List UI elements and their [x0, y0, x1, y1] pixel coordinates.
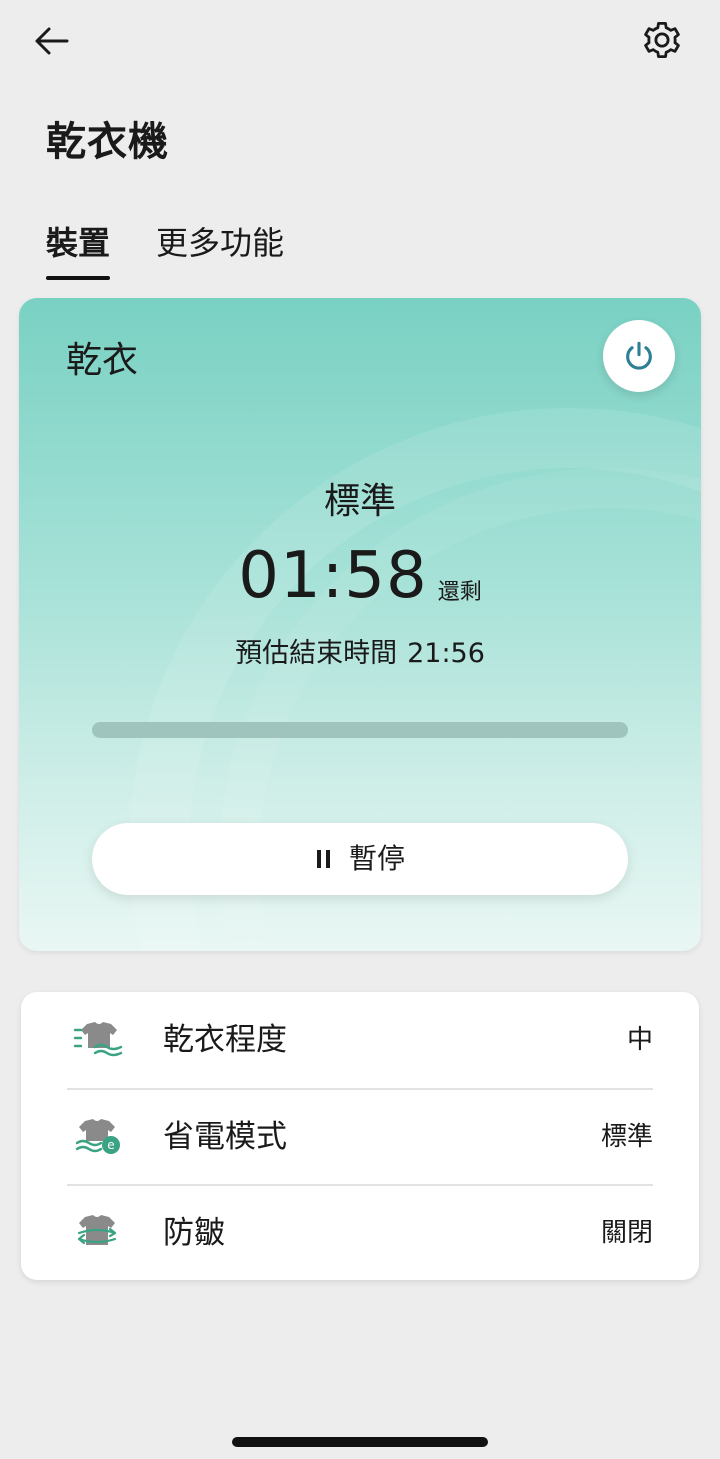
tab-more-features[interactable]: 更多功能: [156, 218, 284, 274]
settings-list: 乾衣程度 中 e 省電模式 標準 防皺 關閉: [21, 992, 699, 1280]
top-bar: [0, 0, 720, 90]
setting-value: 關閉: [600, 1218, 653, 1248]
setting-row-dry-level[interactable]: 乾衣程度 中: [67, 992, 653, 1088]
svg-text:e: e: [107, 1138, 114, 1152]
gear-icon: [644, 21, 680, 59]
dryer-status-card: 乾衣 標準 01:58 還剩 預估結束時間 21:56 暫停: [19, 298, 701, 951]
home-indicator[interactable]: [232, 1437, 488, 1447]
settings-button[interactable]: [636, 14, 688, 66]
shirt-anti-wrinkle-icon: [73, 1211, 125, 1255]
estimated-end-label: 預估結束時間: [235, 638, 398, 669]
back-button[interactable]: [26, 18, 76, 64]
pause-label: 暫停: [348, 842, 405, 875]
tab-bar: 裝置 更多功能: [46, 218, 284, 280]
shirt-eco-icon: e: [73, 1115, 125, 1159]
setting-label: 乾衣程度: [163, 1022, 287, 1058]
remaining-time: 01:58: [238, 539, 428, 613]
estimated-end-row: 預估結束時間 21:56: [19, 634, 701, 674]
mode-label: 標準: [323, 481, 396, 522]
progress-bar: [92, 722, 628, 738]
pause-button[interactable]: 暫停: [92, 823, 628, 895]
setting-row-anti-wrinkle[interactable]: 防皺 關閉: [67, 1185, 653, 1281]
remaining-suffix: 還剩: [437, 580, 482, 605]
setting-value: 標準: [600, 1122, 653, 1152]
setting-label: 防皺: [163, 1215, 225, 1251]
power-button[interactable]: [603, 320, 675, 392]
setting-row-eco-mode[interactable]: e 省電模式 標準: [67, 1089, 653, 1185]
power-icon: [626, 341, 652, 370]
cycle-title: 乾衣: [66, 340, 139, 381]
page-title: 乾衣機: [46, 119, 169, 165]
back-arrow-icon: [35, 27, 69, 55]
setting-label: 省電模式: [163, 1119, 287, 1155]
setting-value: 中: [626, 1025, 653, 1055]
estimated-end-time: 21:56: [407, 638, 485, 669]
pause-icon: [316, 850, 330, 868]
tab-device[interactable]: 裝置: [46, 218, 111, 280]
shirt-dry-level-icon: [73, 1018, 125, 1062]
remaining-time-row: 01:58 還剩: [19, 538, 701, 614]
